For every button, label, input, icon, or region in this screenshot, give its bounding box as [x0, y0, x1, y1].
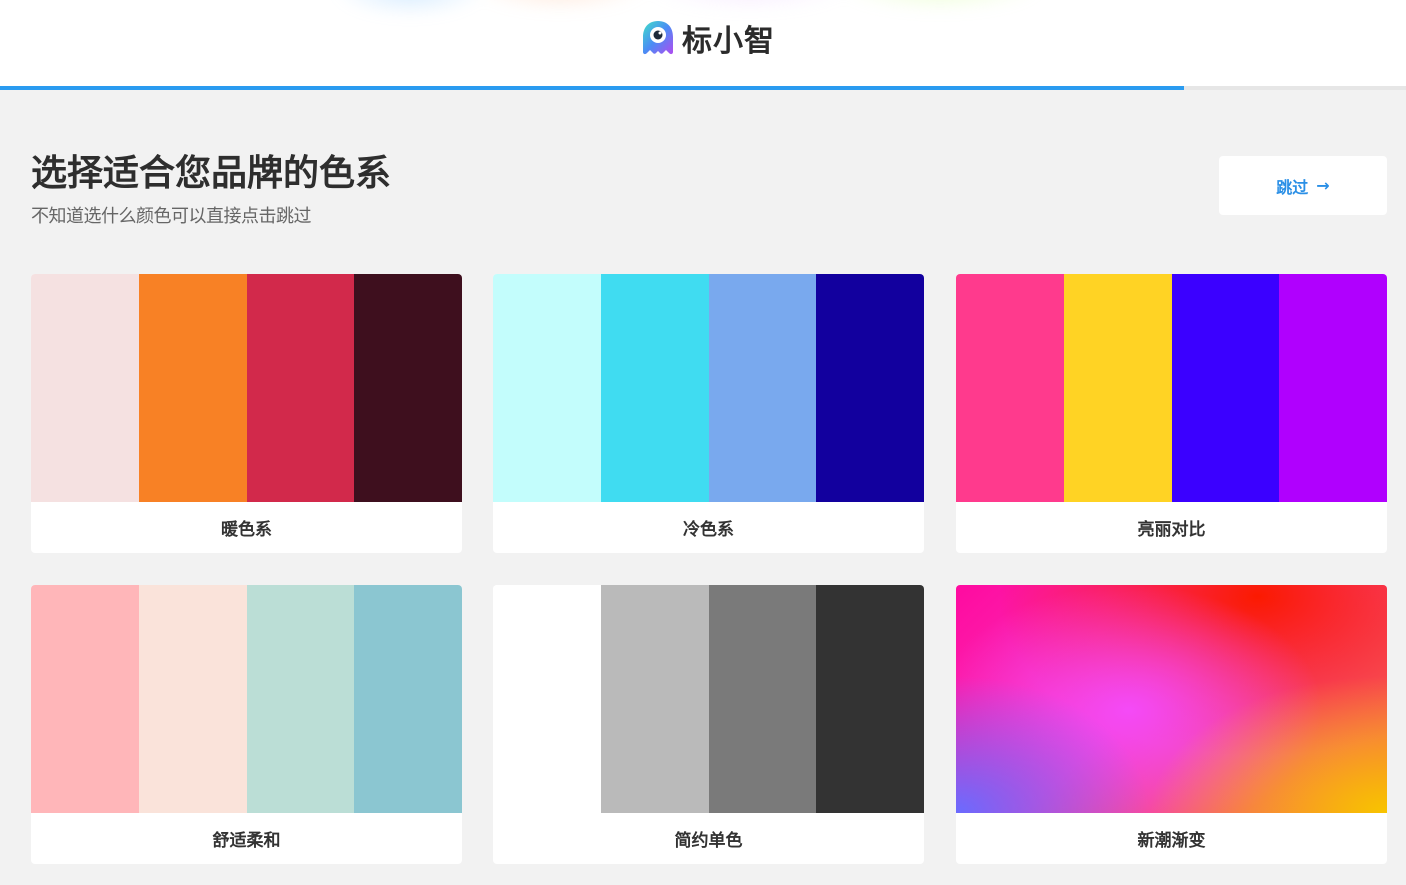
color-swatch	[138, 274, 247, 502]
palette-card-label: 舒适柔和	[212, 831, 281, 851]
brand-logo[interactable]: 标小智	[638, 18, 775, 59]
logo-text: 标小智	[682, 24, 775, 59]
top-header: 标小智	[0, 0, 1406, 86]
color-swatches	[31, 585, 462, 813]
color-swatch	[354, 274, 462, 502]
palette-card-label: 亮丽对比	[1137, 520, 1206, 540]
color-swatch	[31, 274, 139, 502]
color-swatches	[493, 585, 924, 813]
palette-card[interactable]: 冷色系	[493, 274, 924, 553]
palette-card-label: 新潮渐变	[1137, 831, 1206, 851]
palette-card[interactable]: 简约单色	[493, 585, 924, 864]
palette-card[interactable]: 亮丽对比	[956, 274, 1387, 553]
skip-button[interactable]: 跳过 →	[1219, 156, 1387, 215]
color-swatches	[31, 274, 462, 502]
palette-card-label: 简约单色	[674, 831, 743, 851]
color-swatch	[600, 274, 709, 502]
color-swatch	[493, 585, 601, 813]
palette-card[interactable]: 新潮渐变	[956, 585, 1387, 864]
color-swatch	[816, 274, 924, 502]
color-swatch	[956, 274, 1064, 502]
color-swatch	[600, 585, 709, 813]
gradient-swatch	[956, 585, 1387, 813]
mascot-logo-icon	[643, 21, 673, 55]
palette-card-label: 冷色系	[683, 520, 734, 540]
page-subtitle: 不知道选什么颜色可以直接点击跳过	[31, 206, 312, 227]
color-swatch	[708, 274, 817, 502]
color-swatch	[816, 585, 924, 813]
palette-card-label: 暖色系	[221, 520, 272, 540]
progress-bar-fill	[0, 86, 1184, 90]
color-swatch	[708, 585, 817, 813]
color-swatch	[138, 585, 247, 813]
page-title: 选择适合您品牌的色系	[31, 153, 392, 194]
color-swatch	[1171, 274, 1280, 502]
color-swatch	[493, 274, 601, 502]
color-swatch	[31, 585, 139, 813]
color-swatches	[493, 274, 924, 502]
color-swatch	[354, 585, 462, 813]
color-swatch	[246, 585, 355, 813]
palette-card[interactable]: 暖色系	[31, 274, 462, 553]
skip-button-label: 跳过	[1276, 177, 1309, 197]
color-swatches	[956, 274, 1387, 502]
arrow-right-icon: →	[1316, 176, 1330, 195]
color-swatch	[1279, 274, 1387, 502]
color-swatch	[246, 274, 355, 502]
progress-bar	[0, 86, 1406, 90]
palette-card[interactable]: 舒适柔和	[31, 585, 462, 864]
color-swatch	[1063, 274, 1172, 502]
